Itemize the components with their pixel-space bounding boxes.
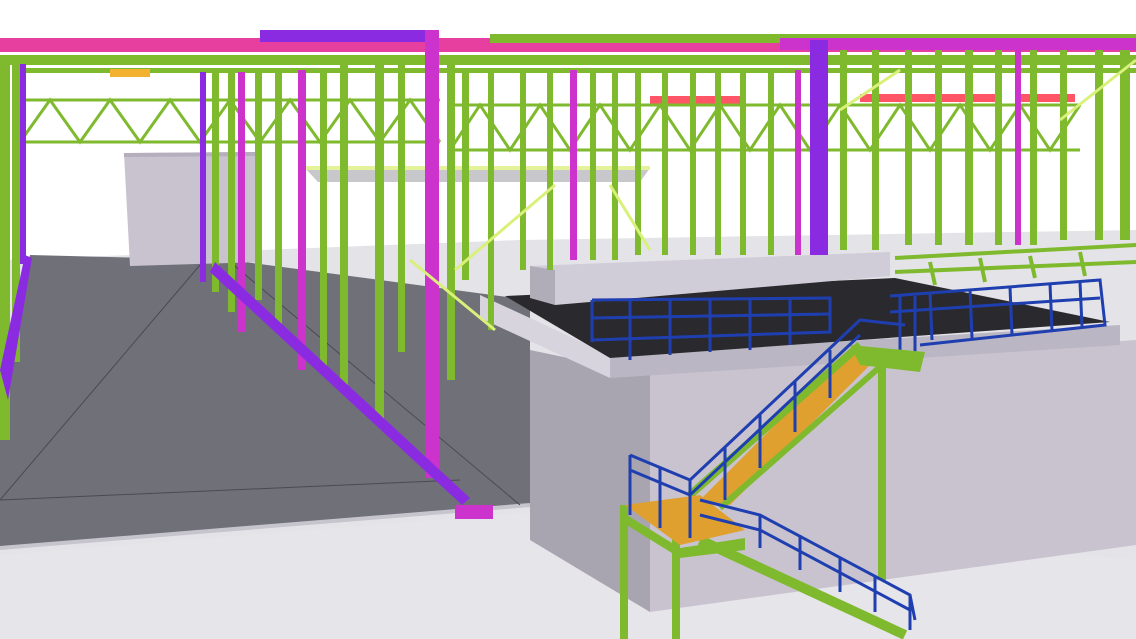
model-viewport[interactable] <box>0 0 1136 639</box>
model-canvas <box>0 0 1136 639</box>
mezzanine-deck <box>305 166 650 182</box>
